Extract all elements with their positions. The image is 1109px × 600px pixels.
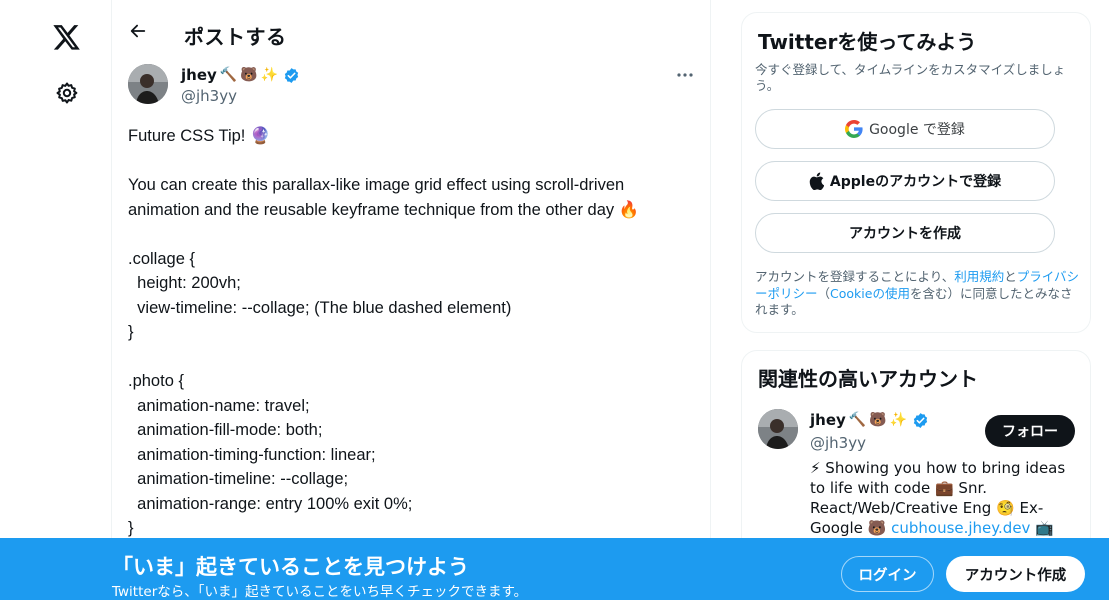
main-column: ポストする jhey 🔨 🐻 ✨ @jh3yy Future CSS Tip! … bbox=[111, 0, 711, 600]
signup-subtitle: 今すぐ登録して、タイムラインをカスタマイズしましょう。 bbox=[755, 62, 1066, 93]
hammer-emoji: 🔨 bbox=[219, 67, 238, 83]
tweet-text: Future CSS Tip! 🔮 You can create this pa… bbox=[128, 124, 688, 541]
tweet-line: animation-timing-function: linear; bbox=[128, 445, 376, 464]
login-banner: 「いま」起きていることを見つけよう Twitterなら、「いま」起きていることを… bbox=[0, 538, 1109, 600]
verified-badge-icon bbox=[284, 67, 299, 83]
page-title: ポストする bbox=[184, 25, 287, 49]
google-icon bbox=[845, 120, 863, 138]
login-button[interactable]: ログイン bbox=[841, 556, 934, 592]
tweet-line: height: 200vh; bbox=[128, 274, 241, 292]
bear-emoji: 🐻 bbox=[240, 67, 258, 83]
cookie-link[interactable]: Cookieの使用 bbox=[830, 286, 910, 301]
hammer-emoji: 🔨 bbox=[848, 412, 867, 428]
arrow-left-icon[interactable] bbox=[124, 17, 152, 45]
related-title: 関連性の高いアカウント bbox=[758, 367, 978, 391]
avatar[interactable] bbox=[128, 64, 168, 104]
follow-button[interactable]: フォロー bbox=[985, 415, 1075, 447]
tweet-line: animation-range: entry 100% exit 0%; bbox=[128, 494, 413, 513]
apple-signup-label: Appleのアカウントで登録 bbox=[829, 174, 1002, 190]
tweet-line: .collage { bbox=[128, 249, 195, 268]
verified-badge-icon bbox=[913, 412, 928, 428]
sparkles-emoji: ✨ bbox=[260, 67, 279, 83]
tweet-line: animation-fill-mode: both; bbox=[128, 421, 323, 439]
signup-card: Twitterを使ってみよう 今すぐ登録して、タイムラインをカスタマイズしましょ… bbox=[741, 12, 1091, 333]
create-account-button[interactable]: アカウントを作成 bbox=[755, 213, 1055, 253]
author-name[interactable]: jhey bbox=[181, 66, 217, 84]
tweet-line: animation-name: travel; bbox=[128, 396, 310, 415]
signup-title: Twitterを使ってみよう bbox=[758, 30, 977, 54]
bear-emoji: 🐻 bbox=[869, 412, 887, 428]
author-handle[interactable]: @jh3yy bbox=[181, 87, 237, 105]
tweet-line: animation and the reusable keyframe tech… bbox=[128, 200, 640, 219]
tweet-line: view-timeline: --collage; (The blue dash… bbox=[128, 298, 512, 317]
terms-link[interactable]: 利用規約 bbox=[954, 269, 1004, 284]
x-logo-icon[interactable] bbox=[46, 17, 88, 59]
tweet-line bbox=[128, 222, 688, 247]
legal-open: （ bbox=[817, 285, 831, 301]
page-header: ポストする bbox=[112, 0, 710, 53]
related-name[interactable]: jhey bbox=[810, 411, 846, 429]
apple-icon bbox=[809, 172, 824, 190]
more-horizontal-icon[interactable] bbox=[674, 64, 696, 86]
tweet-line: animation-timeline: --collage; bbox=[128, 470, 349, 488]
tweet-line: } bbox=[128, 323, 134, 341]
banner-subtitle: Twitterなら、「いま」起きていることをいち早くチェックできます。 bbox=[112, 584, 528, 600]
related-bio: ⚡ Showing you how to bring ideas to life… bbox=[810, 458, 1080, 538]
tweet-line: .photo { bbox=[128, 372, 184, 390]
create-account-label: アカウントを作成 bbox=[849, 226, 961, 242]
tweet-line bbox=[128, 345, 688, 370]
legal-and: と bbox=[1004, 269, 1017, 284]
left-nav bbox=[0, 0, 112, 600]
legal-text: アカウントを登録することにより、利用規約とプライバシーポリシー（Cookieの使… bbox=[755, 269, 1083, 319]
tweet-line: You can create this parallax-like image … bbox=[128, 176, 625, 194]
tweet-line: Future CSS Tip! 🔮 bbox=[128, 127, 271, 145]
related-handle[interactable]: @jh3yy bbox=[810, 434, 866, 452]
sparkles-emoji: ✨ bbox=[889, 412, 908, 428]
tweet-author: jhey 🔨 🐻 ✨ @jh3yy bbox=[128, 64, 698, 108]
bio-link[interactable]: cubhouse.jhey.dev bbox=[891, 519, 1030, 537]
avatar[interactable] bbox=[758, 409, 798, 449]
tweet-line bbox=[128, 149, 688, 174]
banner-title: 「いま」起きていることを見つけよう bbox=[112, 555, 469, 579]
bio-text-end: 📺 bbox=[1030, 519, 1054, 537]
google-signup-label: Google で登録 bbox=[869, 122, 965, 138]
google-signup-button[interactable]: Google で登録 bbox=[755, 109, 1055, 149]
apple-signup-button[interactable]: Appleのアカウントで登録 bbox=[755, 161, 1055, 201]
signup-button[interactable]: アカウント作成 bbox=[946, 556, 1085, 592]
legal-prefix: アカウントを登録することにより、 bbox=[755, 269, 955, 284]
tweet-line: } bbox=[128, 519, 134, 537]
author-name-row: jhey 🔨 🐻 ✨ bbox=[181, 66, 300, 84]
related-name-row: jhey 🔨 🐻 ✨ bbox=[810, 411, 929, 429]
gear-icon[interactable] bbox=[46, 72, 88, 114]
